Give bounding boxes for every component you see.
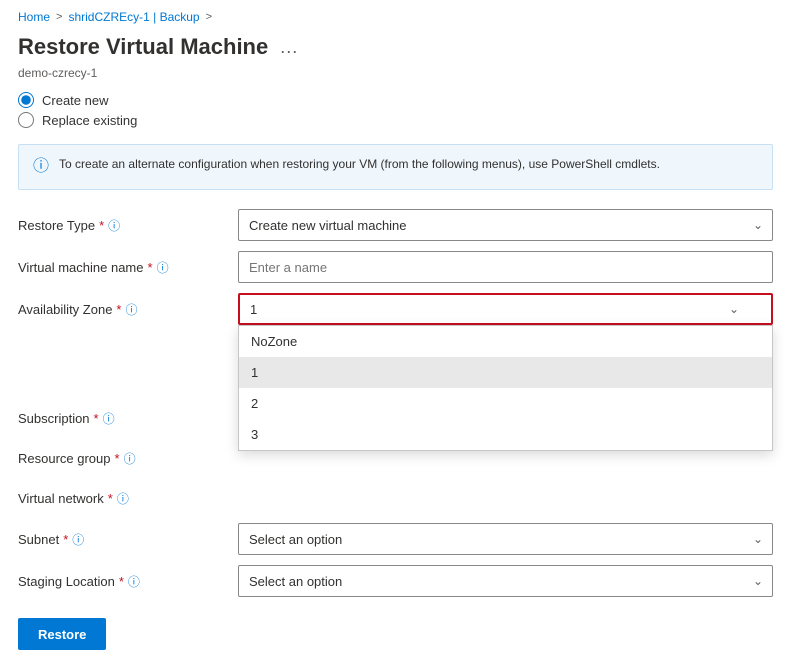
restore-type-dropdown-wrapper: Create new virtual machine ⌄ — [238, 209, 773, 241]
breadcrumb-home[interactable]: Home — [18, 10, 50, 24]
az-option-1[interactable]: 1 — [239, 357, 772, 388]
info-icon: ⓘ — [33, 155, 49, 179]
restore-type-dropdown[interactable]: Create new virtual machine — [238, 209, 773, 241]
subnet-label: Subnet * ⓘ — [18, 531, 238, 548]
az-option-3[interactable]: 3 — [239, 419, 772, 450]
az-dropdown: 1 ⌄ NoZone 1 2 3 — [238, 293, 773, 325]
vm-name-info-icon: ⓘ — [157, 259, 169, 276]
info-banner-text: To create an alternate configuration whe… — [59, 155, 660, 173]
radio-replace-existing[interactable]: Replace existing — [18, 112, 773, 128]
radio-create-new-label: Create new — [42, 93, 108, 108]
vm-name-label: Virtual machine name * ⓘ — [18, 259, 238, 276]
subnet-control: Select an option ⌄ — [238, 523, 773, 555]
availability-zone-row: Availability Zone * ⓘ 1 ⌄ NoZone 1 2 3 — [18, 288, 773, 330]
page-subtitle: demo-czrecy-1 — [0, 66, 791, 88]
required-star: * — [116, 302, 121, 317]
form-section: Restore Type * ⓘ Create new virtual mach… — [0, 204, 791, 602]
radio-replace-existing-input[interactable] — [18, 112, 34, 128]
availability-zone-label: Availability Zone * ⓘ — [18, 301, 238, 318]
staging-location-control: Select an option ⌄ — [238, 565, 773, 597]
required-star: * — [94, 411, 99, 426]
restore-type-info-icon: ⓘ — [108, 217, 120, 234]
staging-location-dropdown[interactable]: Select an option — [238, 565, 773, 597]
subnet-dropdown[interactable]: Select an option — [238, 523, 773, 555]
radio-create-new[interactable]: Create new — [18, 92, 773, 108]
subnet-info-icon: ⓘ — [72, 531, 84, 548]
info-banner: ⓘ To create an alternate configuration w… — [18, 144, 773, 190]
page-header: Restore Virtual Machine ... — [0, 30, 791, 66]
az-option-nozone[interactable]: NoZone — [239, 326, 772, 357]
page-title: Restore Virtual Machine — [18, 34, 268, 60]
az-info-icon: ⓘ — [125, 301, 137, 318]
subscription-info-icon: ⓘ — [103, 410, 115, 427]
vnet-info-icon: ⓘ — [117, 490, 129, 507]
required-star: * — [148, 260, 153, 275]
required-star: * — [108, 491, 113, 506]
restore-button[interactable]: Restore — [18, 618, 106, 650]
subnet-dropdown-wrapper: Select an option ⌄ — [238, 523, 773, 555]
az-option-2[interactable]: 2 — [239, 388, 772, 419]
breadcrumb-sep2: > — [206, 11, 212, 23]
breadcrumb-sep1: > — [56, 11, 62, 23]
subnet-row: Subnet * ⓘ Select an option ⌄ — [18, 518, 773, 560]
az-select-button[interactable]: 1 ⌄ — [238, 293, 773, 325]
radio-replace-existing-label: Replace existing — [42, 113, 137, 128]
staging-location-label: Staging Location * ⓘ — [18, 573, 238, 590]
breadcrumb: Home > shridCZREcy-1 | Backup > — [0, 0, 791, 30]
staging-dropdown-wrapper: Select an option ⌄ — [238, 565, 773, 597]
restore-type-row: Restore Type * ⓘ Create new virtual mach… — [18, 204, 773, 246]
restore-button-container: Restore — [0, 602, 791, 666]
breadcrumb-backup[interactable]: shridCZREcy-1 | Backup — [68, 10, 199, 24]
rg-info-icon: ⓘ — [124, 450, 136, 467]
az-chevron-icon: ⌄ — [729, 302, 739, 316]
az-selected-value: 1 — [250, 302, 257, 317]
required-star: * — [115, 451, 120, 466]
virtual-network-row: Virtual network * ⓘ — [18, 478, 773, 518]
vm-name-row: Virtual machine name * ⓘ — [18, 246, 773, 288]
availability-zone-control: 1 ⌄ NoZone 1 2 3 — [238, 293, 773, 325]
restore-type-label: Restore Type * ⓘ — [18, 217, 238, 234]
vm-name-input[interactable] — [238, 251, 773, 283]
vm-name-control — [238, 251, 773, 283]
ellipsis-button[interactable]: ... — [276, 35, 302, 60]
staging-info-icon: ⓘ — [128, 573, 140, 590]
az-dropdown-menu: NoZone 1 2 3 — [238, 325, 773, 451]
required-star: * — [99, 218, 104, 233]
required-star: * — [119, 574, 124, 589]
staging-location-row: Staging Location * ⓘ Select an option ⌄ — [18, 560, 773, 602]
subscription-label: Subscription * ⓘ — [18, 410, 238, 427]
required-star: * — [63, 532, 68, 547]
restore-option-group: Create new Replace existing — [0, 88, 791, 136]
form-rows: Restore Type * ⓘ Create new virtual mach… — [18, 204, 773, 602]
radio-create-new-input[interactable] — [18, 92, 34, 108]
resource-group-label: Resource group * ⓘ — [18, 450, 238, 467]
restore-type-control: Create new virtual machine ⌄ — [238, 209, 773, 241]
virtual-network-label: Virtual network * ⓘ — [18, 490, 238, 507]
